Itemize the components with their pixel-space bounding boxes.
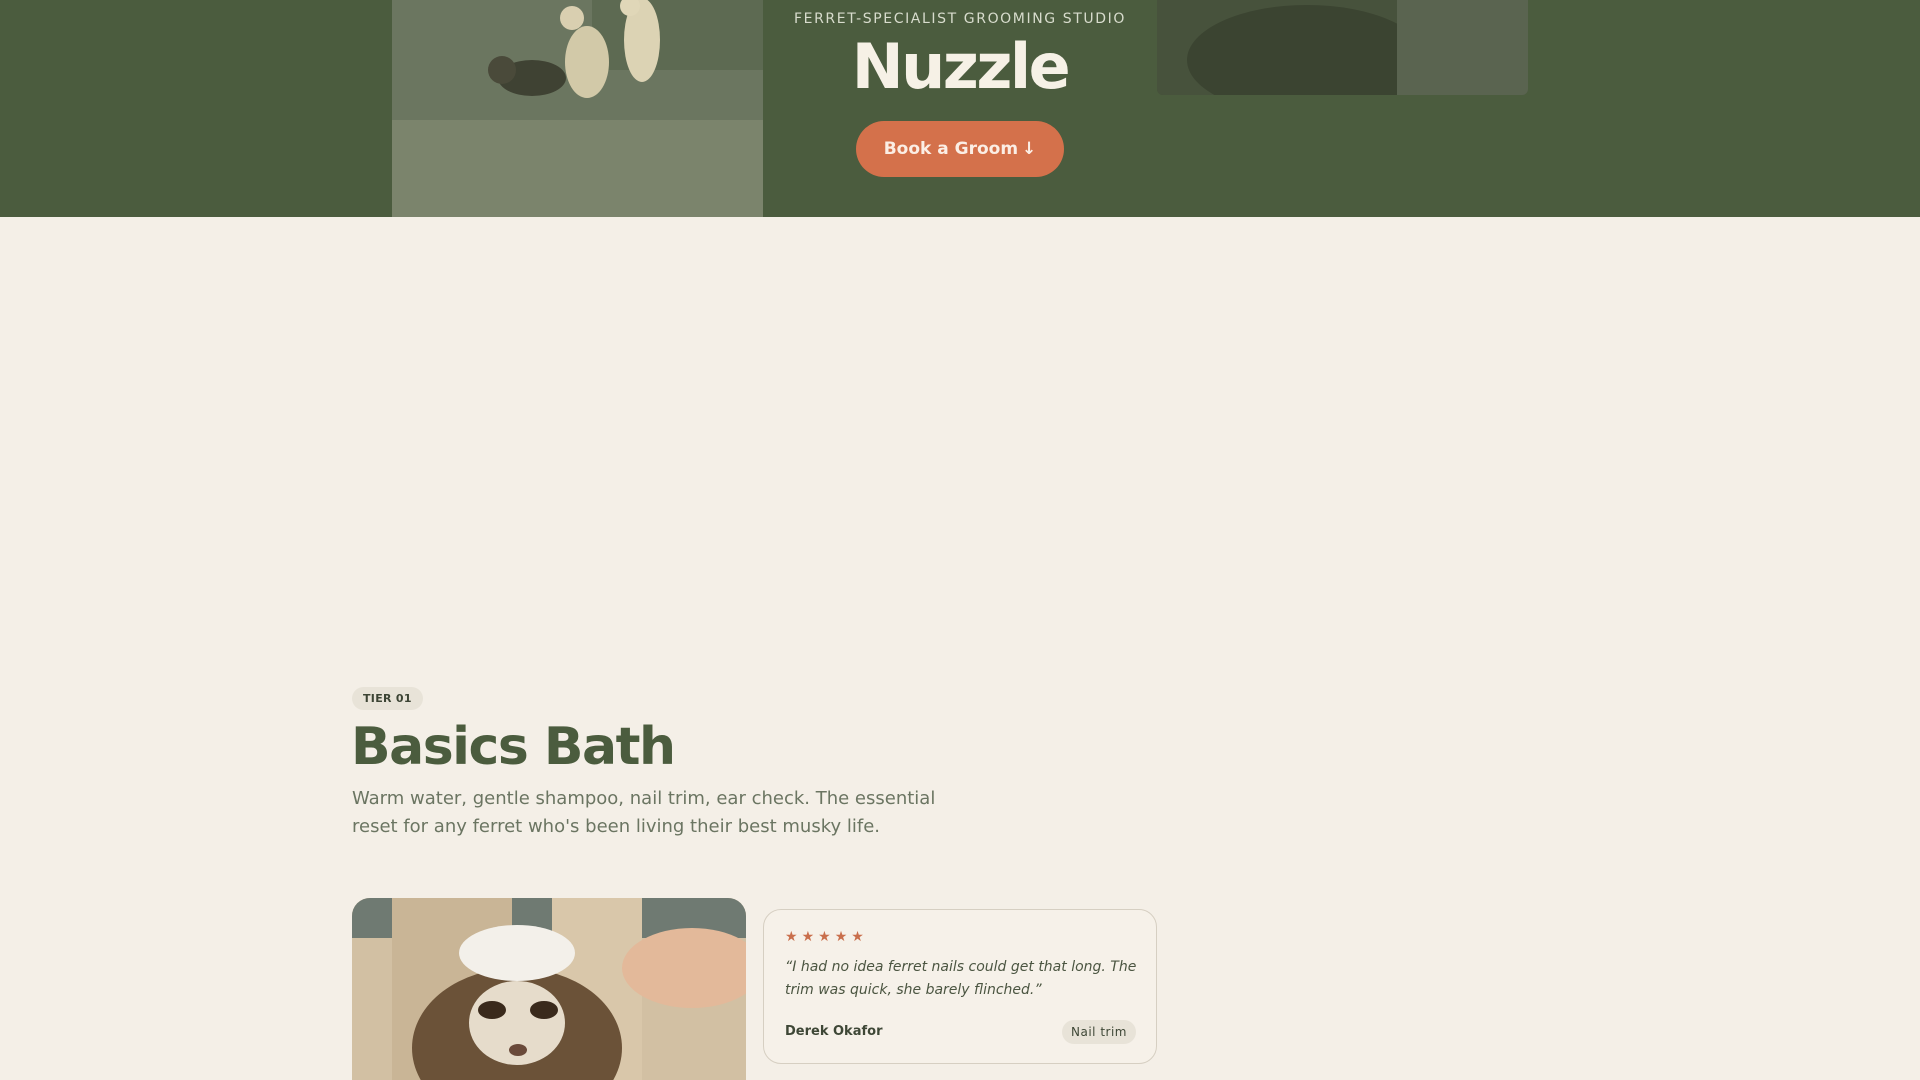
arrow-down-icon: ↓	[1022, 139, 1037, 159]
star-rating: ★ ★ ★ ★ ★	[785, 929, 864, 945]
star-icon: ★	[785, 929, 798, 945]
hero-kicker: FERRET-SPECIALIST GROOMING STUDIO	[794, 11, 1126, 27]
tier-description: Warm water, gentle shampoo, nail trim, e…	[352, 788, 936, 837]
star-icon: ★	[834, 929, 848, 945]
tier-title: Basics Bath	[351, 717, 676, 777]
star-icon: ★	[801, 929, 815, 945]
book-groom-label: Book a Groom	[883, 139, 1019, 159]
tier-badge: TIER 01	[352, 687, 423, 710]
book-groom-button[interactable]: Book a Groom ↓	[856, 121, 1064, 177]
review-author: Derek Okafor	[785, 1024, 883, 1039]
brand-title: Nuzzle	[851, 30, 1071, 103]
star-icon: ★	[851, 929, 864, 945]
hero-section: FERRET-SPECIALIST GROOMING STUDIO Nuzzle…	[0, 0, 1920, 217]
star-icon: ★	[818, 929, 831, 945]
review-quote: “I had no idea ferret nails could get th…	[785, 959, 1137, 998]
review-service-tag: Nail trim	[1062, 1020, 1136, 1044]
review-card: ★ ★ ★ ★ ★ “I had no idea ferret nails co…	[763, 909, 1157, 1064]
ferret-bath-photo	[352, 898, 746, 1080]
